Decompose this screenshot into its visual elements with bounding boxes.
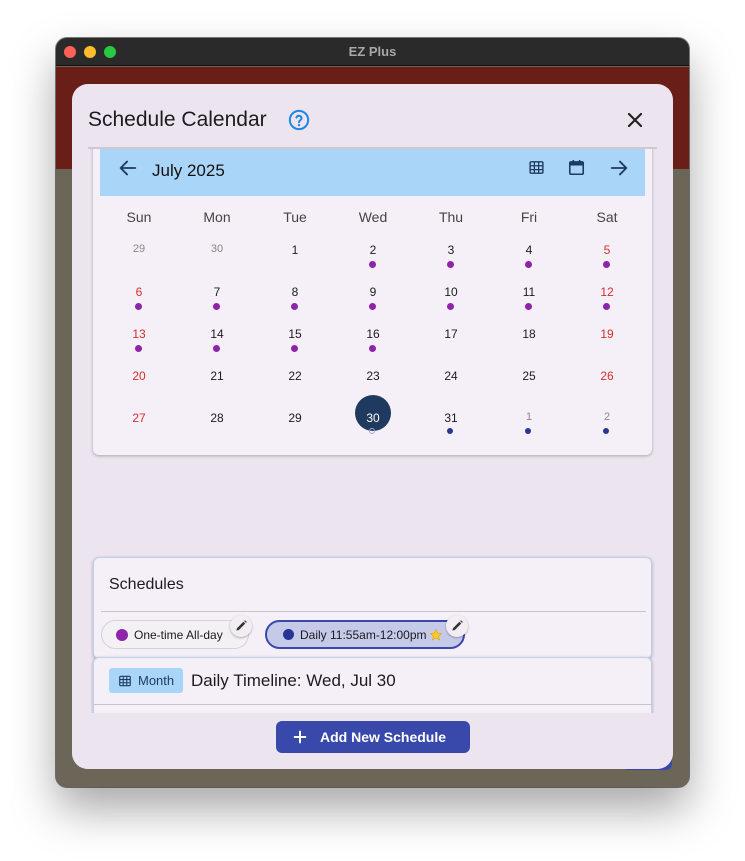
event-dot (603, 428, 609, 434)
event-dot (291, 345, 298, 352)
star-icon (429, 628, 442, 640)
event-dot (603, 261, 610, 268)
event-dot (447, 428, 453, 434)
weekday-sat: Sat (596, 209, 618, 225)
grid-view-icon[interactable] (528, 159, 545, 176)
event-dot (525, 303, 532, 310)
close-icon[interactable] (623, 108, 647, 132)
calendar-day[interactable]: 12 (568, 285, 646, 299)
weekday-sun: Sun (126, 209, 152, 225)
event-dot (369, 303, 376, 310)
event-dot (447, 303, 454, 310)
calendar-day[interactable]: 1 (256, 243, 334, 257)
add-new-schedule-label: Add New Schedule (320, 729, 447, 745)
weekday-tue: Tue (283, 209, 307, 225)
calendar-day[interactable]: 7 (178, 285, 256, 299)
grid-view-icon (119, 675, 131, 686)
calendar-day[interactable]: 16 (334, 327, 412, 341)
calendar-day[interactable]: 8 (256, 285, 334, 299)
add-new-schedule-button[interactable]: Add New Schedule (276, 721, 470, 753)
calendar-day[interactable]: 4 (490, 243, 568, 257)
dialog-scroll-area[interactable]: July 2025 Sun Mon Tue Wed Thu Fri Sat 29… (72, 149, 673, 713)
calendar-day[interactable]: 6 (100, 285, 178, 299)
calendar-card: July 2025 Sun Mon Tue Wed Thu Fri Sat 29… (93, 149, 652, 455)
edit-schedule-button[interactable] (230, 615, 252, 637)
daily-timeline-card: Month Daily Timeline: Wed, Jul 30 9am 10… (93, 657, 653, 713)
calendar-month-label: July 2025 (152, 161, 225, 180)
calendar-day[interactable]: 10 (412, 285, 490, 299)
schedules-title: Schedules (109, 576, 184, 593)
schedule-color-dot (283, 629, 294, 640)
weekday-thu: Thu (438, 209, 464, 225)
calendar-day[interactable]: 30 (178, 243, 256, 255)
arrow-left-icon[interactable] (117, 157, 139, 179)
calendar-day[interactable]: 28 (178, 411, 256, 425)
calendar-day[interactable]: 5 (568, 243, 646, 257)
window-title: EZ Plus (348, 44, 397, 59)
edit-schedule-button[interactable] (446, 615, 468, 637)
event-dot (369, 428, 375, 434)
pencil-icon (452, 620, 463, 631)
weekday-fri: Fri (520, 209, 538, 225)
calendar-day[interactable]: 23 (334, 369, 412, 383)
calendar-day[interactable]: 21 (178, 369, 256, 383)
schedules-card: Schedules One-time All-day Daily 11:55am… (93, 557, 652, 659)
calendar-day[interactable]: 22 (256, 369, 334, 383)
schedules-divider (101, 611, 646, 612)
calendar-day[interactable]: 9 (334, 285, 412, 299)
calendar-day[interactable]: 13 (100, 327, 178, 341)
event-dot (369, 345, 376, 352)
event-dot (525, 261, 532, 268)
event-dot (135, 345, 142, 352)
weekday-mon: Mon (203, 209, 231, 225)
weekday-wed: Wed (358, 209, 388, 225)
calendar-day[interactable]: 2 (568, 411, 646, 423)
help-icon[interactable] (288, 109, 310, 131)
event-dot (213, 345, 220, 352)
calendar-day[interactable]: 24 (412, 369, 490, 383)
plus-icon (293, 730, 307, 744)
month-view-button[interactable]: Month (109, 668, 183, 693)
dialog-title: Schedule Calendar (88, 108, 267, 131)
schedule-chip-one-time[interactable]: One-time All-day (101, 620, 249, 649)
calendar-day[interactable]: 17 (412, 327, 490, 341)
month-view-label: Month (138, 673, 175, 688)
schedule-calendar-dialog: Schedule Calendar July 2025 Sun Mon Tue … (72, 84, 673, 769)
dialog-footer: Add New Schedule (72, 713, 673, 769)
title-bar: EZ Plus (56, 38, 689, 66)
calendar-day[interactable]: 25 (490, 369, 568, 383)
schedule-chip-daily[interactable]: Daily 11:55am-12:00pm (265, 620, 465, 649)
event-dot (135, 303, 142, 310)
calendar-day[interactable]: 2 (334, 243, 412, 257)
calendar-day[interactable]: 29 (256, 411, 334, 425)
event-dot (369, 261, 376, 268)
calendar-day-today[interactable]: 30 (334, 411, 412, 425)
timeline-title: Daily Timeline: Wed, Jul 30 (191, 671, 396, 690)
event-dot (213, 303, 220, 310)
calendar-header: July 2025 (100, 149, 645, 196)
event-dot (447, 261, 454, 268)
calendar-icon[interactable] (567, 158, 586, 177)
schedule-color-dot (116, 628, 128, 641)
event-dot (603, 303, 610, 310)
calendar-day[interactable]: 1 (490, 411, 568, 423)
pencil-icon (236, 620, 247, 631)
calendar-day[interactable]: 20 (100, 369, 178, 383)
event-dot (525, 428, 531, 434)
calendar-day[interactable]: 31 (412, 411, 490, 425)
event-dot (291, 303, 298, 310)
calendar-day[interactable]: 29 (100, 243, 178, 255)
calendar-day[interactable]: 26 (568, 369, 646, 383)
calendar-day[interactable]: 3 (412, 243, 490, 257)
schedule-chip-label: Daily 11:55am-12:00pm (300, 627, 427, 642)
calendar-day[interactable]: 11 (490, 285, 568, 299)
arrow-right-icon[interactable] (608, 157, 630, 179)
timeline-divider (94, 704, 653, 705)
schedule-chip-label: One-time All-day (134, 627, 223, 642)
calendar-day[interactable]: 18 (490, 327, 568, 341)
calendar-day[interactable]: 14 (178, 327, 256, 341)
calendar-day[interactable]: 19 (568, 327, 646, 341)
calendar-day[interactable]: 15 (256, 327, 334, 341)
calendar-day[interactable]: 27 (100, 411, 178, 425)
